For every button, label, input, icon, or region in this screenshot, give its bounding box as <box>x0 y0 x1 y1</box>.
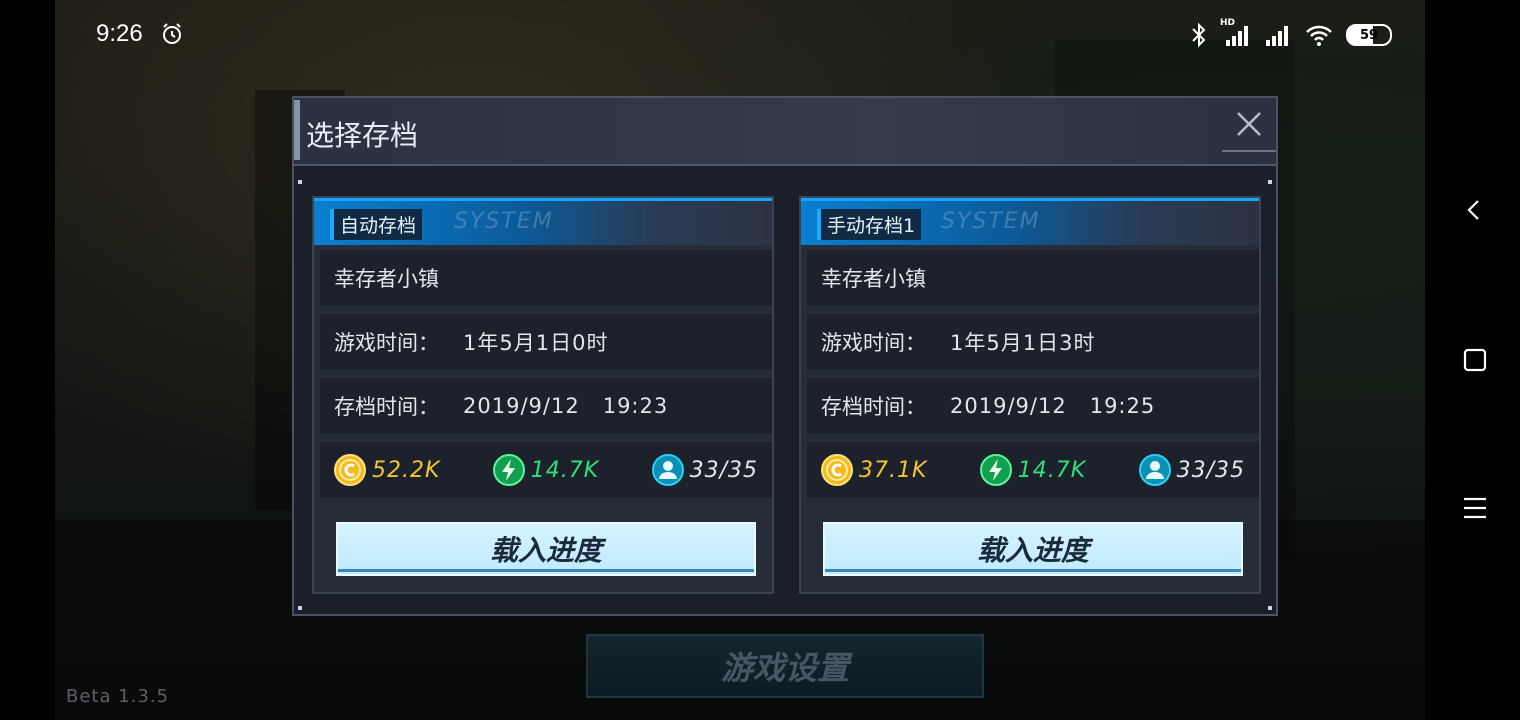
slot-stats: 52.2K 14.7K 33/35 <box>320 442 772 498</box>
load-progress-button[interactable]: 载入进度 <box>336 522 756 576</box>
energy-value: 14.7K <box>530 457 600 483</box>
corner-dot <box>1268 606 1272 610</box>
signal-icon: HD <box>1220 18 1252 48</box>
wifi-icon <box>1306 25 1332 46</box>
game-time-label: 游戏时间： <box>334 331 439 355</box>
location-text: 幸存者小镇 <box>334 267 439 291</box>
coin-stat: 37.1K <box>821 454 927 486</box>
energy-stat: 14.7K <box>979 454 1087 486</box>
energy-icon <box>492 454 525 486</box>
slot-game-time: 游戏时间： 1年5月1日3时 <box>807 314 1259 370</box>
coin-value: 37.1K <box>859 457 928 483</box>
survivor-icon <box>1138 454 1171 486</box>
game-time-label: 游戏时间： <box>821 331 926 355</box>
close-button[interactable] <box>1222 98 1276 152</box>
slot-stats: 37.1K 14.7K 33/35 <box>807 442 1259 498</box>
save-time-label: 存档时间： <box>334 395 439 419</box>
slot-save-time: 存档时间： 2019/9/12 19:23 <box>320 378 772 434</box>
select-save-dialog: 选择存档 自动存档 SYSTEM 幸存者小镇 游戏时间： 1年5月1日0时 存档时… <box>292 96 1278 616</box>
energy-value: 14.7K <box>1017 457 1087 483</box>
survivor-value: 33/35 <box>1176 457 1245 483</box>
load-progress-button[interactable]: 载入进度 <box>823 522 1243 576</box>
slot-tag-watermark: SYSTEM <box>454 209 554 234</box>
coin-value: 52.2K <box>372 457 441 483</box>
battery-icon: 59 <box>1346 24 1392 46</box>
dialog-header: 选择存档 <box>294 98 1276 166</box>
survivor-stat: 33/35 <box>651 454 758 486</box>
bluetooth-icon <box>1192 22 1206 48</box>
slot-tag-label: 自动存档 <box>330 209 423 240</box>
coin-icon <box>821 454 853 486</box>
save-time-label: 存档时间： <box>821 395 926 419</box>
coin-stat: 52.2K <box>334 454 440 486</box>
corner-dot <box>1268 180 1272 184</box>
status-bar: 9:26 HD 59 <box>0 0 1520 60</box>
android-nav-bar <box>1425 0 1520 720</box>
game-time-value: 1年5月1日0时 <box>463 331 609 355</box>
close-icon <box>1237 112 1261 136</box>
save-time-value: 2019/9/12 19:23 <box>463 394 669 418</box>
slot-save-time: 存档时间： 2019/9/12 19:25 <box>807 378 1259 434</box>
slot-tag-label: 手动存档1 <box>817 209 922 240</box>
slot-tag-watermark: SYSTEM <box>941 209 1041 234</box>
save-slot-auto: 自动存档 SYSTEM 幸存者小镇 游戏时间： 1年5月1日0时 存档时间： 201… <box>312 196 774 594</box>
home-icon[interactable] <box>1463 348 1487 372</box>
slot-location: 幸存者小镇 <box>320 250 772 306</box>
battery-level: 59 <box>1359 27 1379 43</box>
corner-dot <box>298 606 302 610</box>
location-text: 幸存者小镇 <box>821 267 926 291</box>
alarm-icon <box>163 23 181 44</box>
network-label: HD <box>1220 18 1236 28</box>
corner-dot <box>298 180 302 184</box>
slot-tag: 自动存档 SYSTEM <box>314 198 772 245</box>
save-time-value: 2019/9/12 19:25 <box>950 394 1156 418</box>
save-slot-manual-1: 手动存档1 SYSTEM 幸存者小镇 游戏时间： 1年5月1日3时 存档时间： 20… <box>799 196 1261 594</box>
slot-tag: 手动存档1 SYSTEM <box>801 198 1259 245</box>
dialog-title: 选择存档 <box>306 119 419 152</box>
coin-icon <box>334 454 366 486</box>
menu-icon[interactable] <box>1463 496 1487 520</box>
energy-icon <box>979 454 1012 486</box>
survivor-value: 33/35 <box>689 457 758 483</box>
slot-game-time: 游戏时间： 1年5月1日0时 <box>320 314 772 370</box>
back-icon[interactable] <box>1463 198 1487 222</box>
slot-location: 幸存者小镇 <box>807 250 1259 306</box>
game-time-value: 1年5月1日3时 <box>950 331 1096 355</box>
energy-stat: 14.7K <box>492 454 600 486</box>
survivor-icon <box>651 454 684 486</box>
survivor-stat: 33/35 <box>1138 454 1245 486</box>
status-time: 9:26 <box>96 20 143 47</box>
signal-icon-2 <box>1266 26 1288 46</box>
header-accent-bar <box>294 100 300 160</box>
